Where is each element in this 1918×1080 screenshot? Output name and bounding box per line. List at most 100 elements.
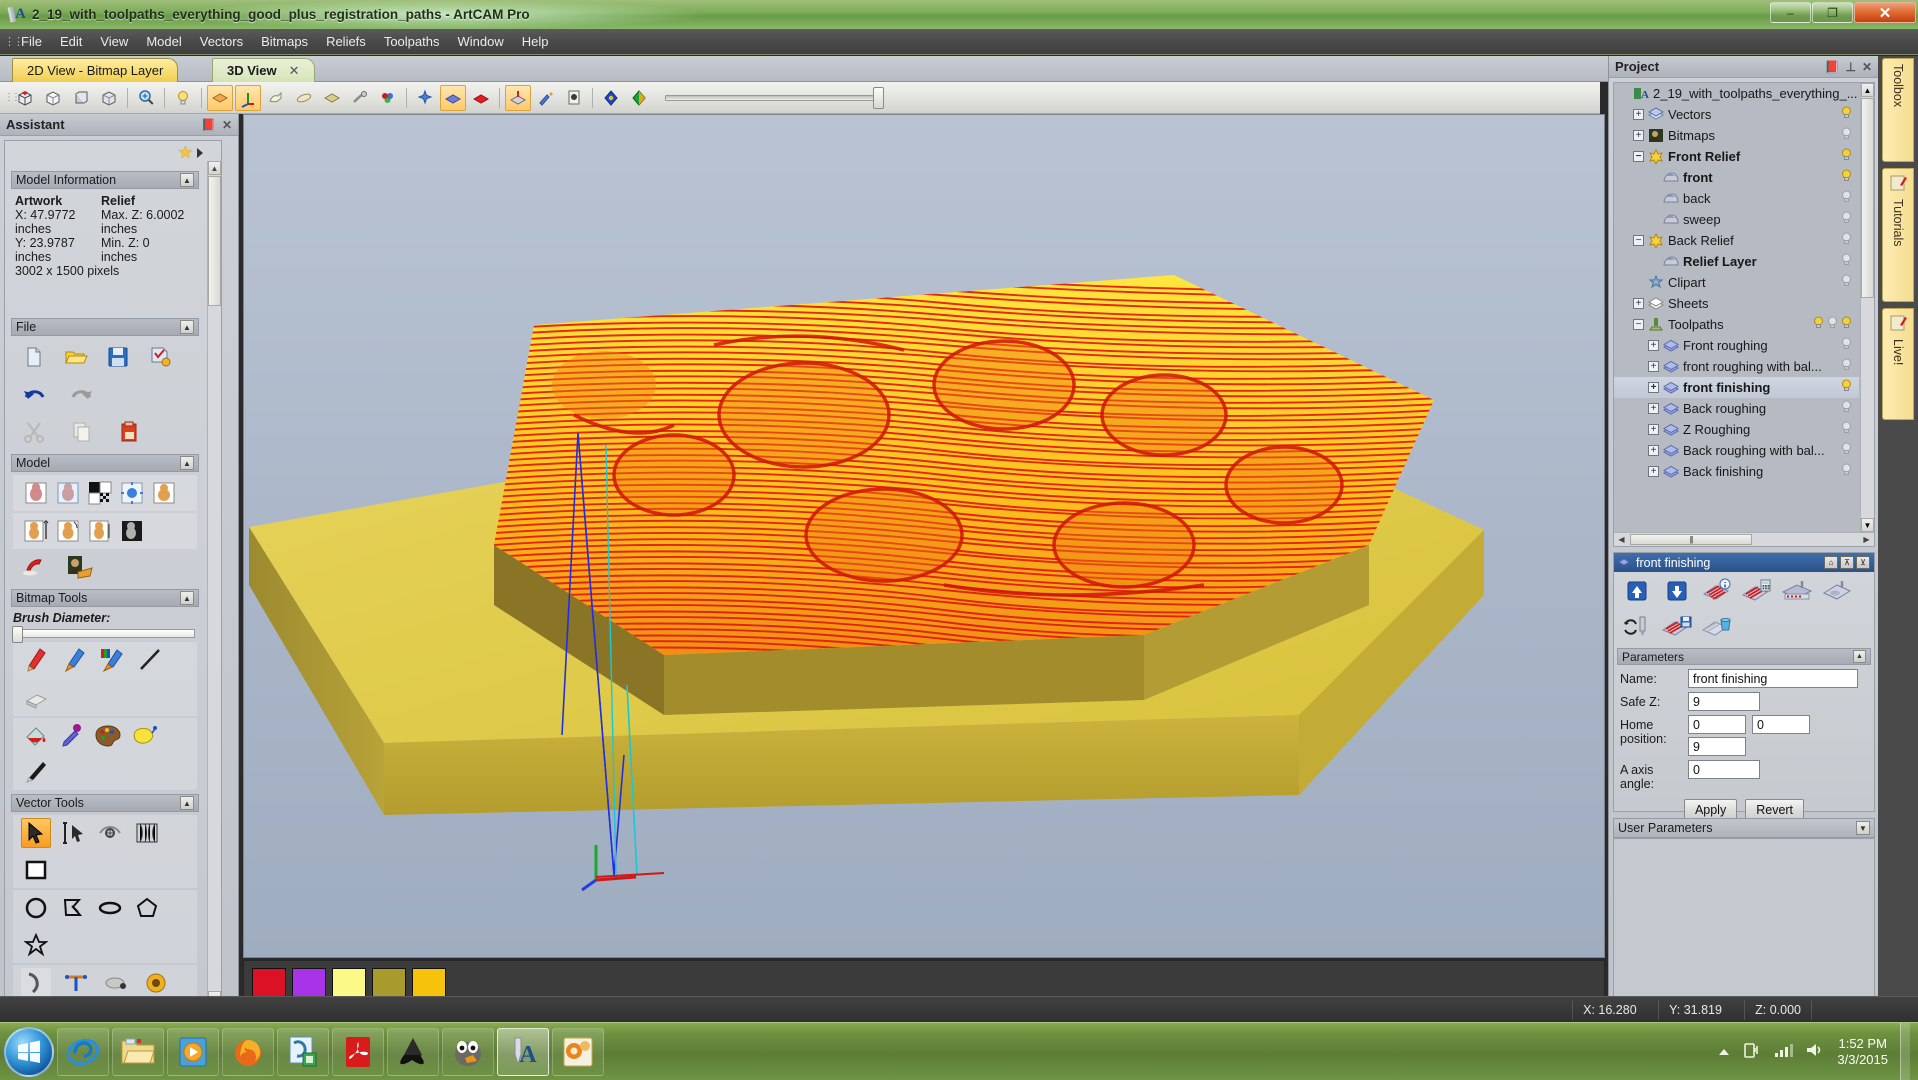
multicolour-brush-icon[interactable]: [97, 645, 127, 675]
close-button[interactable]: ✕: [1854, 2, 1916, 23]
collapse-icon[interactable]: ▲: [180, 591, 194, 605]
lightbulb-off-icon[interactable]: [1840, 211, 1853, 227]
open-model-icon[interactable]: [61, 342, 91, 372]
visibility-toggles[interactable]: [1840, 337, 1853, 353]
lasso-select-icon[interactable]: [129, 721, 159, 751]
lightbulb-off-icon[interactable]: [1840, 274, 1853, 290]
lightbulb-on-icon[interactable]: [1840, 379, 1853, 395]
artcam-pro-icon[interactable]: A: [497, 1027, 549, 1076]
tab-3d-view[interactable]: 3D View ✕: [212, 58, 315, 82]
tool-change-icon[interactable]: [1620, 612, 1654, 642]
tree-item-z-roughing[interactable]: + Z Roughing: [1614, 419, 1859, 440]
star-icon[interactable]: [21, 930, 51, 960]
internet-explorer-icon[interactable]: [57, 1027, 109, 1076]
lightbulb-off-icon[interactable]: [1840, 463, 1853, 479]
greyscale-model-icon[interactable]: [117, 516, 147, 546]
collapse-icon[interactable]: ▲: [180, 173, 194, 187]
menu-help[interactable]: Help: [513, 30, 558, 53]
clock[interactable]: 1:52 PM 3/3/2015: [1837, 1036, 1888, 1068]
tree-item-back-relief[interactable]: − Back Relief: [1614, 230, 1859, 251]
relief-clipart-icon[interactable]: [263, 85, 289, 111]
offset-model-icon[interactable]: [85, 516, 115, 546]
apply-button[interactable]: Apply: [1683, 799, 1738, 820]
collapse-icon[interactable]: −: [1633, 319, 1644, 330]
close-icon[interactable]: ✕: [1862, 60, 1872, 74]
block-preview-icon[interactable]: [1820, 576, 1854, 606]
save-toolpath-icon[interactable]: [1660, 612, 1694, 642]
polyline-icon[interactable]: [58, 893, 88, 923]
lightbulb-off-icon[interactable]: [1840, 127, 1853, 143]
collapse-button[interactable]: ⊼: [1840, 556, 1854, 569]
colour-relief-icon[interactable]: [375, 85, 401, 111]
visibility-toggles[interactable]: [1840, 421, 1853, 437]
menu-edit[interactable]: Edit: [51, 30, 91, 53]
circle-icon[interactable]: [21, 893, 51, 923]
expand-icon[interactable]: +: [1633, 298, 1644, 309]
tree-item-back[interactable]: back: [1614, 188, 1859, 209]
volume-icon[interactable]: [1805, 1041, 1825, 1062]
collapse-icon[interactable]: ▲: [180, 456, 194, 470]
tree-item-front-roughing[interactable]: + Front roughing: [1614, 335, 1859, 356]
simulation-tool-icon[interactable]: [505, 84, 531, 111]
revert-button[interactable]: Revert: [1745, 799, 1805, 820]
gimp-icon[interactable]: [442, 1027, 494, 1076]
network-icon[interactable]: [1773, 1041, 1794, 1062]
mirror-model-icon[interactable]: [149, 478, 179, 508]
lightbulb-off-icon[interactable]: [1840, 232, 1853, 248]
plan-view-icon[interactable]: [40, 85, 66, 111]
toolbar-grip-icon[interactable]: ⋮⋮: [4, 92, 21, 103]
visibility-toggles[interactable]: [1840, 400, 1853, 416]
section-bitmap-tools[interactable]: Bitmap Tools ▲: [11, 589, 199, 607]
visibility-toggles[interactable]: [1840, 232, 1853, 248]
tree-item-relief-layer[interactable]: Relief Layer: [1614, 251, 1859, 272]
collapse-icon[interactable]: ▲: [180, 796, 194, 810]
rotate-model-icon[interactable]: [53, 516, 83, 546]
edge-tab-toolbox[interactable]: Toolbox: [1882, 58, 1914, 162]
scroll-left-button[interactable]: ◀: [1614, 533, 1629, 546]
close-icon[interactable]: ✕: [222, 118, 232, 132]
tree-item-toolpaths[interactable]: − Toolpaths: [1614, 314, 1859, 335]
line-icon[interactable]: [135, 645, 165, 675]
zoom-tool-icon[interactable]: [133, 85, 159, 111]
book-icon[interactable]: 📕: [1825, 60, 1840, 74]
chevron-right-icon[interactable]: [197, 148, 203, 158]
expand-icon[interactable]: +: [1648, 340, 1659, 351]
tree-item-back-roughing[interactable]: + Back roughing: [1614, 398, 1859, 419]
visibility-toggles[interactable]: [1840, 211, 1853, 227]
menu-vectors[interactable]: Vectors: [191, 30, 252, 53]
collapse-icon[interactable]: ▲: [180, 320, 194, 334]
firefox-icon[interactable]: [222, 1027, 274, 1076]
lightbulb-off-icon[interactable]: [1840, 190, 1853, 206]
visibility-toggles[interactable]: [1840, 127, 1853, 143]
expand-icon[interactable]: +: [1648, 445, 1659, 456]
lightbulb-off-icon[interactable]: [1840, 442, 1853, 458]
texture-relief-icon[interactable]: [65, 552, 95, 582]
dimension-icon[interactable]: [101, 968, 131, 998]
edge-tab-tutorials[interactable]: Tutorials: [1882, 168, 1914, 302]
paste-icon[interactable]: [115, 417, 145, 447]
transform-model-icon[interactable]: [117, 478, 147, 508]
tree-item-front-roughing-with-bal[interactable]: + front roughing with bal...: [1614, 356, 1859, 377]
tree-item-sweep[interactable]: sweep: [1614, 209, 1859, 230]
collapse-icon[interactable]: ▲: [1853, 650, 1866, 663]
section-vector-tools[interactable]: Vector Tools ▲: [11, 794, 199, 812]
user-parameters-header[interactable]: User Parameters ▼: [1613, 818, 1875, 838]
copy-icon[interactable]: [67, 417, 97, 447]
home-position-y-input[interactable]: 0: [1752, 715, 1810, 734]
home-position-z-input[interactable]: 9: [1688, 737, 1746, 756]
lightbulb-off-icon[interactable]: [1840, 358, 1853, 374]
section-file[interactable]: File ▲: [11, 318, 199, 336]
expand-icon[interactable]: +: [1648, 424, 1659, 435]
visibility-toggles[interactable]: [1840, 253, 1853, 269]
lighting-icon[interactable]: [170, 85, 196, 111]
adobe-reader-icon[interactable]: [332, 1027, 384, 1076]
flood-fill-icon[interactable]: [21, 721, 51, 751]
scroll-up-button[interactable]: ▲: [1861, 83, 1874, 97]
scroll-down-button[interactable]: ▼: [1861, 518, 1874, 532]
show-desktop-button[interactable]: [1900, 1022, 1910, 1080]
safe-z-input[interactable]: 9: [1688, 692, 1760, 711]
tree-horizontal-scrollbar[interactable]: ◀ ||| ▶: [1614, 532, 1874, 546]
slider-knob[interactable]: [873, 86, 884, 109]
spiral-icon[interactable]: [141, 968, 171, 998]
menu-window[interactable]: Window: [448, 30, 512, 53]
